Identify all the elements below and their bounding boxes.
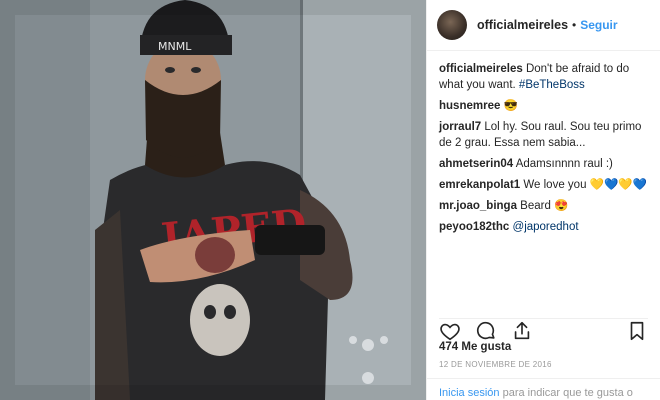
comments-list: officialmeireles Don't be afraid to do w… bbox=[427, 51, 660, 235]
comment-text: Beard 😍 bbox=[520, 200, 569, 212]
author-username[interactable]: officialmeireles bbox=[477, 18, 568, 32]
separator-dot: • bbox=[572, 18, 577, 32]
heart-icon[interactable] bbox=[439, 320, 461, 342]
login-prompt: Inicia sesión para indicar que te gusta … bbox=[427, 378, 660, 400]
comment-username[interactable]: peyoo182thc bbox=[439, 221, 509, 233]
list-item: peyoo182thc @japoredhot bbox=[439, 219, 648, 235]
comment-icon[interactable] bbox=[475, 320, 497, 342]
avatar[interactable] bbox=[437, 10, 467, 40]
caption-hashtag[interactable]: #BeTheBoss bbox=[519, 79, 585, 91]
comment-text: Adamsınnnn raul :) bbox=[515, 158, 613, 170]
photo-illustration: JAPED MNML bbox=[0, 0, 426, 400]
list-item: ahmetserin04 Adamsınnnn raul :) bbox=[439, 156, 648, 172]
comment-username[interactable]: husnemree bbox=[439, 100, 500, 112]
comment-username[interactable]: mr.joao_binga bbox=[439, 200, 517, 212]
post-header: officialmeireles • Seguir bbox=[427, 0, 660, 51]
likes-count[interactable]: 474 Me gusta bbox=[439, 341, 511, 353]
post-date: 12 DE NOVIEMBRE DE 2016 bbox=[439, 360, 552, 369]
caption: officialmeireles Don't be afraid to do w… bbox=[439, 61, 648, 93]
share-icon[interactable] bbox=[511, 320, 533, 342]
list-item: mr.joao_binga Beard 😍 bbox=[439, 198, 648, 214]
comment-text: We love you 💛💙💛💙 bbox=[523, 179, 647, 191]
beanie-text: MNML bbox=[158, 40, 192, 53]
list-item: jorraul7 Lol hy. Sou raul. Sou teu primo… bbox=[439, 119, 648, 151]
caption-username[interactable]: officialmeireles bbox=[439, 63, 523, 75]
login-prompt-text: para indicar que te gusta o bbox=[502, 387, 633, 399]
comment-username[interactable]: emrekanpolat1 bbox=[439, 179, 520, 191]
comment-username[interactable]: ahmetserin04 bbox=[439, 158, 513, 170]
comment-text: 😎 bbox=[503, 100, 518, 112]
login-link[interactable]: Inicia sesión bbox=[439, 387, 500, 399]
comment-username[interactable]: jorraul7 bbox=[439, 121, 481, 133]
bookmark-icon[interactable] bbox=[626, 320, 648, 342]
action-bar bbox=[439, 318, 648, 340]
follow-button[interactable]: Seguir bbox=[580, 18, 617, 32]
list-item: husnemree 😎 bbox=[439, 98, 648, 114]
post-photo: JAPED MNML bbox=[0, 0, 426, 400]
post-sidebar: officialmeireles • Seguir officialmeirel… bbox=[426, 0, 660, 400]
comment-mention[interactable]: @japoredhot bbox=[513, 221, 579, 233]
list-item: emrekanpolat1 We love you 💛💙💛💙 bbox=[439, 177, 648, 193]
